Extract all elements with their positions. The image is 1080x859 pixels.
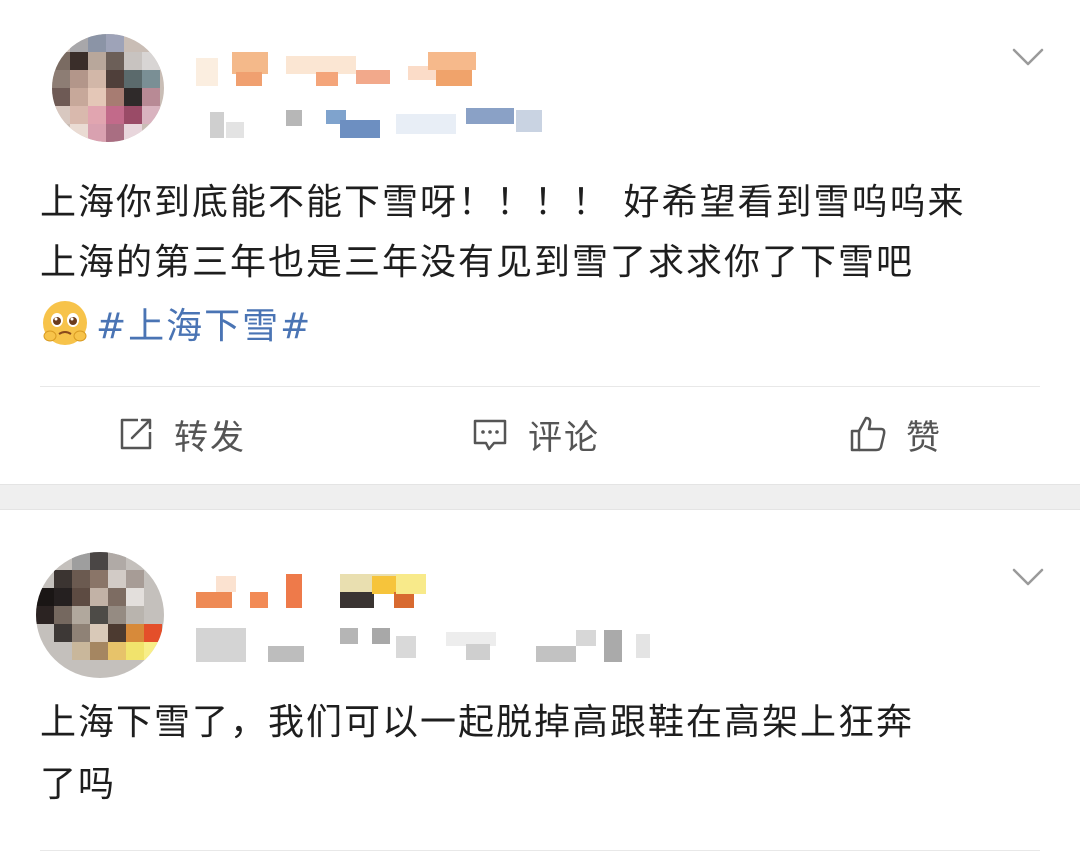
repost-button[interactable]: 转发	[116, 406, 246, 462]
topic-hashtag-link[interactable]: #上海下雪#	[96, 297, 312, 349]
like-label: 赞	[906, 417, 942, 458]
timestamp-source-blurred	[196, 104, 556, 140]
post-text-line: 上海你到底能不能下雪呀！！！！ 好希望看到雪呜呜来	[40, 182, 966, 223]
avatar[interactable]	[36, 552, 164, 678]
post-text-line: 上海下雪了，我们可以一起脱掉高跟鞋在高架上狂奔	[40, 702, 915, 743]
comment-icon	[473, 419, 507, 451]
username-blurred[interactable]	[196, 52, 496, 92]
post-card: 上海下雪了，我们可以一起脱掉高跟鞋在高架上狂奔 了吗	[0, 510, 1080, 859]
post-separator	[0, 484, 1080, 510]
avatar[interactable]	[52, 34, 164, 142]
timestamp-source-blurred	[196, 626, 666, 664]
repost-icon	[120, 418, 152, 450]
comment-button[interactable]: 评论	[470, 406, 600, 462]
like-icon	[850, 416, 886, 452]
comment-label: 评论	[528, 417, 600, 458]
chevron-down-icon[interactable]	[1010, 558, 1046, 594]
repost-label: 转发	[174, 417, 246, 458]
topic-line: #上海下雪#	[40, 298, 312, 348]
divider	[40, 386, 1040, 387]
pleading-face-emoji-icon	[43, 301, 87, 345]
post-card: 上海你到底能不能下雪呀！！！！ 好希望看到雪呜呜来 上海的第三年也是三年没有见到…	[0, 0, 1080, 484]
post-text-line: 了吗	[40, 764, 117, 805]
username-blurred[interactable]	[196, 570, 456, 614]
chevron-down-icon[interactable]	[1010, 38, 1046, 74]
divider	[40, 850, 1040, 851]
like-button[interactable]: 赞	[848, 406, 942, 462]
post-text-line: 上海的第三年也是三年没有见到雪了求求你了下雪吧	[40, 242, 915, 283]
